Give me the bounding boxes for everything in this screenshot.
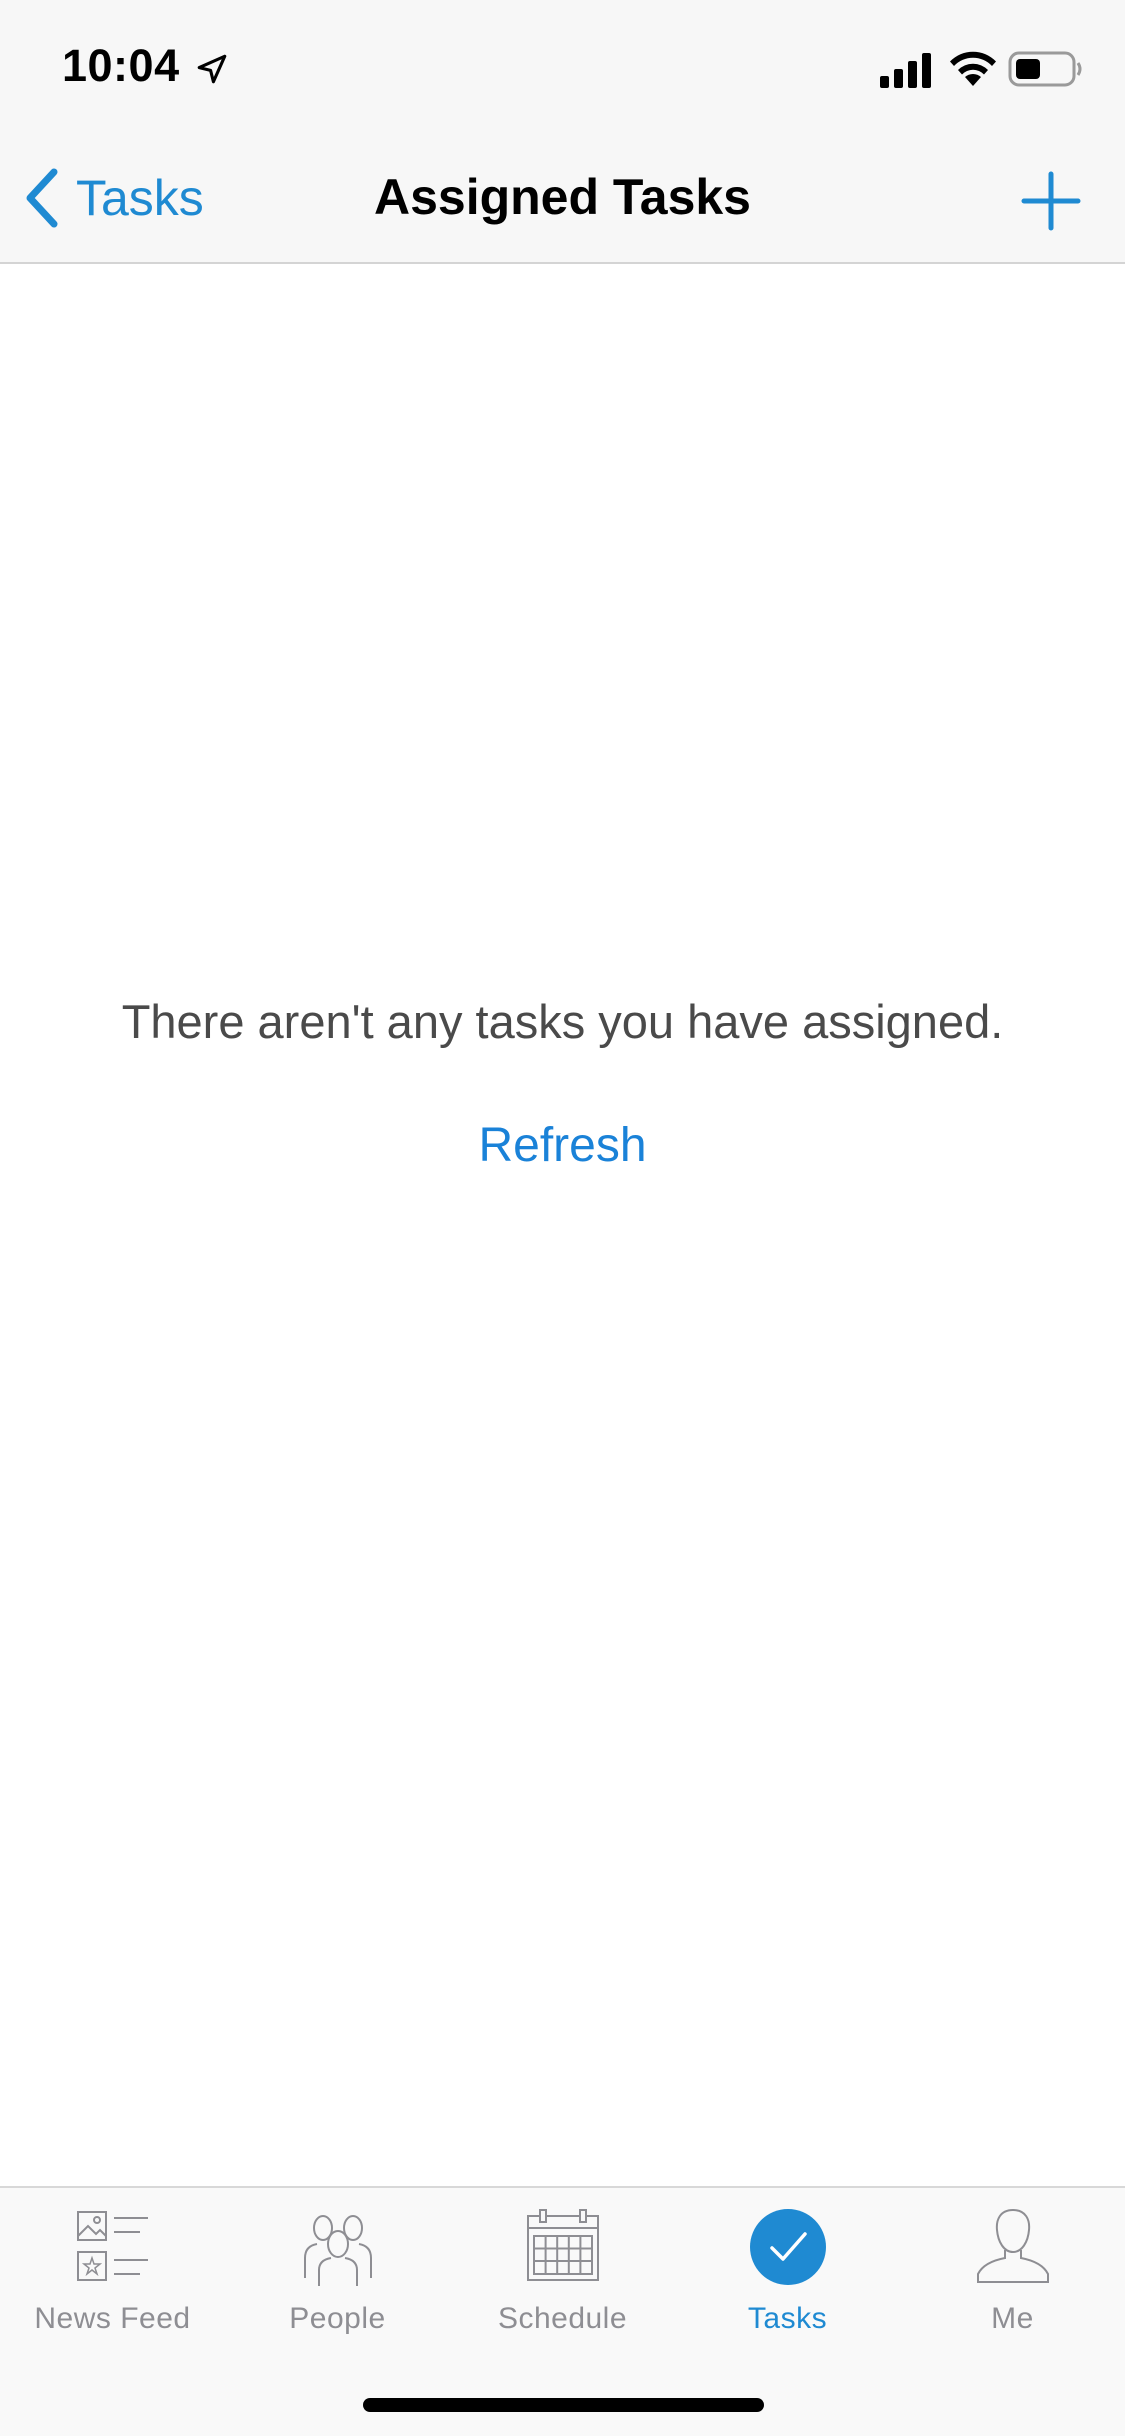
- page-title: Assigned Tasks: [373, 169, 751, 225]
- battery-icon: [1008, 51, 1082, 87]
- refresh-button[interactable]: Refresh: [0, 1118, 1125, 1173]
- status-time: 10:04: [62, 40, 180, 91]
- wifi-icon: [950, 51, 996, 86]
- tab-me[interactable]: Me: [900, 2206, 1125, 2346]
- tab-label: People: [289, 2302, 386, 2335]
- assigned-tasks-screen: 10:04 Tasks Assigned Tasks There aren't …: [0, 0, 1125, 2436]
- news-feed-icon: [76, 2211, 148, 2281]
- tab-label: Me: [991, 2302, 1034, 2335]
- cellular-signal-icon: [880, 53, 931, 88]
- home-indicator: [363, 2398, 764, 2412]
- location-arrow-icon: [197, 54, 227, 84]
- check-circle-icon: [749, 2209, 826, 2285]
- tab-tasks[interactable]: Tasks: [675, 2206, 900, 2346]
- tab-bar: News Feed People Schedule Tasks Me: [0, 2186, 1125, 2436]
- calendar-icon: [526, 2209, 599, 2281]
- person-icon: [976, 2208, 1049, 2283]
- top-bar: 10:04 Tasks Assigned Tasks: [0, 0, 1125, 264]
- plus-icon[interactable]: [1020, 170, 1082, 232]
- empty-state-message: There aren't any tasks you have assigned…: [121, 995, 1004, 1048]
- people-icon: [303, 2215, 372, 2286]
- tab-label: Tasks: [747, 2302, 828, 2335]
- tab-schedule[interactable]: Schedule: [450, 2206, 675, 2346]
- tab-people[interactable]: People: [225, 2206, 450, 2346]
- tab-label: Schedule: [497, 2302, 628, 2335]
- tab-label: News Feed: [34, 2302, 191, 2335]
- tab-news-feed[interactable]: News Feed: [0, 2206, 225, 2346]
